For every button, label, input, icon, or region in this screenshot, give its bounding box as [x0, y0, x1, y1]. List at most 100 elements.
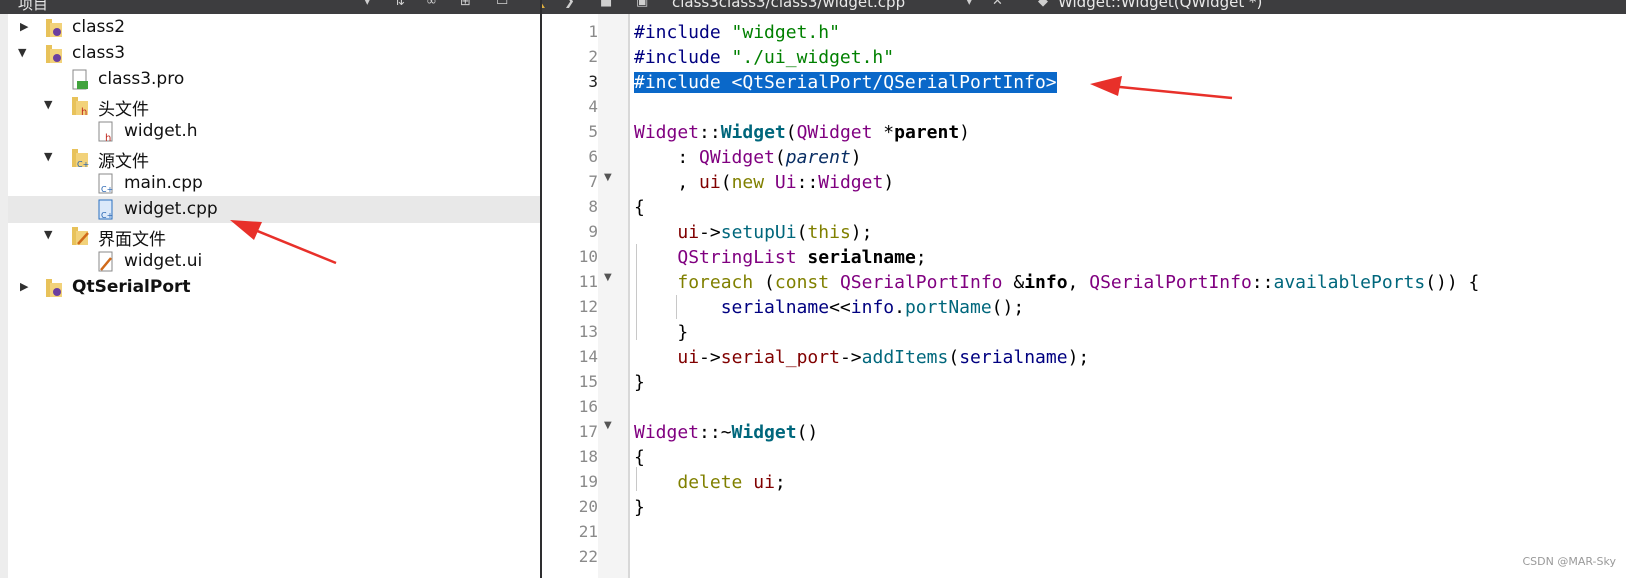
file-dropdown-icon[interactable]: ▾ — [966, 0, 973, 9]
function-selector[interactable]: Widget::Widget(QWidget *) — [1058, 0, 1262, 11]
line-number: 13 — [578, 322, 598, 341]
code-line-17: Widget::~Widget() — [634, 422, 819, 443]
line-number: 8 — [588, 197, 598, 216]
collapse-arrow-icon[interactable]: ▼ — [44, 228, 52, 241]
fold-toggle-icon[interactable]: ▼ — [604, 420, 612, 431]
dropdown-icon[interactable]: ▾ — [364, 0, 371, 9]
split-icon[interactable]: ⊞ — [460, 0, 471, 9]
function-icon: ◆ — [1038, 0, 1048, 9]
svg-text:C+: C+ — [77, 160, 89, 169]
close-panel-icon[interactable]: ▭ — [496, 0, 508, 9]
lock-icon: ■ — [600, 0, 613, 9]
ui-file-icon — [98, 251, 113, 272]
code-line-14: ui->serial_port->addItems(serialname); — [677, 347, 1090, 368]
code-line-19: delete ui; — [677, 472, 786, 493]
tree-item-label: 源文件 — [98, 152, 149, 172]
tree-item-headers[interactable]: ▼ h 头文件 — [8, 92, 540, 120]
line-number: 18 — [578, 447, 598, 466]
forward-icon[interactable]: ❯ — [564, 0, 575, 9]
code-editor[interactable] — [630, 14, 1626, 578]
tree-item-forms[interactable]: ▼ 界面文件 — [8, 222, 540, 250]
editor-toolbar: ❮ ❯ ■ ▣ class3class3/class3/widget.cpp ▾… — [542, 0, 1626, 14]
line-number: 1 — [588, 22, 598, 41]
headers-folder-icon: h — [72, 97, 88, 117]
project-toolbar: 项目 ▾ ⇅ ∞ ⊞ ▭ — [0, 0, 540, 14]
qt-pro-file-icon — [72, 69, 88, 90]
code-line-13: } — [634, 322, 689, 343]
code-line-3-selected: #include <QtSerialPort/QSerialPortInfo> — [634, 72, 1057, 93]
back-icon[interactable]: ❮ — [542, 0, 547, 9]
code-line-1: #include "widget.h" — [634, 22, 840, 43]
collapse-arrow-icon[interactable]: ▼ — [44, 150, 52, 163]
header-file-icon: h — [98, 121, 113, 143]
line-number: 17 — [578, 422, 598, 441]
line-number: 16 — [578, 397, 598, 416]
tree-item-label: class2 — [72, 17, 126, 37]
tree-item-label: 界面文件 — [98, 230, 166, 250]
line-number: 14 — [578, 347, 598, 366]
tree-item-class3-pro[interactable]: class3.pro — [8, 66, 540, 93]
tree-item-widget-h[interactable]: h widget.h — [8, 118, 540, 145]
panel-edge — [0, 14, 8, 578]
cpp-file-icon: C+ — [98, 199, 113, 220]
code-line-20: } — [634, 497, 645, 518]
code-line-7: , ui(new Ui::Widget) — [634, 172, 895, 193]
line-number: 7 — [588, 172, 598, 191]
expand-arrow-icon[interactable]: ▶ — [20, 20, 28, 33]
line-number: 10 — [578, 247, 598, 266]
code-line-12: serialname<<info.portName(); — [720, 297, 1025, 318]
line-number: 5 — [588, 122, 598, 141]
tree-item-main-cpp[interactable]: C+ main.cpp — [8, 170, 540, 197]
file-path-selector[interactable]: class3class3/class3/widget.cpp — [672, 0, 905, 11]
project-icon — [46, 19, 62, 37]
svg-text:C+: C+ — [101, 185, 113, 194]
project-icon — [46, 279, 62, 297]
line-number: 12 — [578, 297, 598, 316]
line-number: 2 — [588, 47, 598, 66]
tree-item-sources[interactable]: ▼ C+ 源文件 — [8, 144, 540, 172]
line-number: 9 — [588, 222, 598, 241]
tree-item-qtserialport[interactable]: ▶ QtSerialPort — [8, 274, 540, 301]
fold-toggle-icon[interactable]: ▼ — [604, 272, 612, 283]
link-icon[interactable]: ∞ — [426, 0, 437, 9]
svg-text:C+: C+ — [101, 211, 113, 220]
code-line-8: { — [634, 197, 645, 218]
selected-text: #include <QtSerialPort/QSerialPortInfo> — [634, 72, 1057, 93]
line-number: 15 — [578, 372, 598, 391]
code-line-11: foreach (const QSerialPortInfo &info, QS… — [677, 272, 1480, 293]
code-line-5: Widget::Widget(QWidget *parent) — [634, 122, 971, 143]
tree-item-widget-cpp[interactable]: C+ widget.cpp — [8, 196, 540, 223]
code-line-10: QStringList serialname; — [677, 247, 927, 268]
filter-icon[interactable]: ⇅ — [394, 0, 405, 9]
tree-item-label: widget.ui — [124, 251, 203, 271]
line-number-gutter: 1 2 3 4 5 6 7 8 9 10 11 12 13 14 15 16 1… — [542, 14, 598, 578]
collapse-arrow-icon[interactable]: ▼ — [44, 98, 52, 111]
tree-item-label: class3.pro — [98, 69, 185, 89]
tree-item-label: class3 — [72, 43, 126, 63]
close-file-icon[interactable]: ✕ — [992, 0, 1003, 9]
tree-item-label: widget.h — [124, 121, 198, 141]
sources-folder-icon: C+ — [72, 149, 89, 169]
cpp-file-tab-icon: ▣ — [636, 0, 649, 9]
forms-folder-icon — [72, 227, 89, 245]
tree-item-widget-ui[interactable]: widget.ui — [8, 248, 540, 275]
line-number: 21 — [578, 522, 598, 541]
collapse-arrow-icon[interactable]: ▼ — [18, 46, 26, 59]
code-line-18: { — [634, 447, 645, 468]
fold-margin — [598, 14, 628, 578]
line-number-current: 3 — [588, 72, 598, 91]
tree-item-class3[interactable]: ▼ class3 — [8, 40, 540, 67]
code-line-6: : QWidget(parent) — [634, 147, 862, 168]
line-number: 22 — [578, 547, 598, 566]
line-number: 4 — [588, 97, 598, 116]
code-line-2: #include "./ui_widget.h" — [634, 47, 895, 68]
line-number: 6 — [588, 147, 598, 166]
svg-text:h: h — [81, 107, 87, 117]
watermark: CSDN @MAR-Sky — [1522, 555, 1616, 568]
expand-arrow-icon[interactable]: ▶ — [20, 280, 28, 293]
fold-toggle-icon[interactable]: ▼ — [604, 172, 612, 183]
tree-item-class2[interactable]: ▶ class2 — [8, 14, 540, 41]
line-number: 11 — [578, 272, 598, 291]
line-number: 19 — [578, 472, 598, 491]
cpp-file-icon: C+ — [98, 173, 113, 194]
